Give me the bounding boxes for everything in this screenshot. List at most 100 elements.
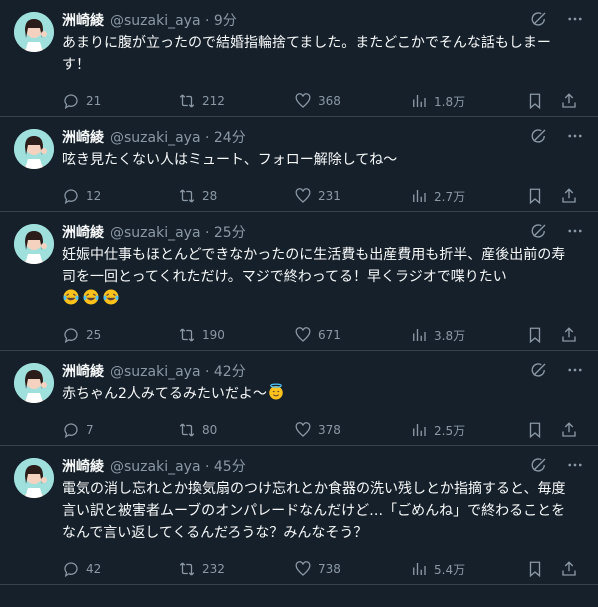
reply-icon: [62, 560, 80, 578]
handle-and-time[interactable]: @suzaki_aya · 24分: [110, 127, 246, 147]
display-name[interactable]: 洲崎綾: [62, 10, 104, 30]
reply-icon: [62, 187, 80, 205]
retweet-button[interactable]: 28: [178, 187, 294, 205]
tweet-text: 呟き見たくない人はミュート、フォロー解除してね〜: [62, 152, 398, 168]
reply-count: 42: [86, 562, 102, 576]
avatar[interactable]: [14, 224, 54, 264]
like-button[interactable]: 231: [294, 187, 410, 205]
more-icon[interactable]: [566, 456, 584, 474]
reply-icon: [62, 421, 80, 439]
tweet-5[interactable]: 洲崎綾 @suzaki_aya · 45分 電気の消し忘れとか換気扇のつけ忘れと…: [0, 446, 598, 585]
bookmark-icon[interactable]: [526, 421, 544, 439]
bookmark-icon[interactable]: [526, 92, 544, 110]
reply-button[interactable]: 21: [62, 92, 178, 110]
share-icon[interactable]: [560, 92, 578, 110]
reply-icon: [62, 326, 80, 344]
retweet-count: 28: [202, 189, 218, 203]
action-bar: 12 28 231 2.7万: [62, 181, 586, 211]
grok-icon[interactable]: [530, 127, 548, 145]
avatar[interactable]: [14, 458, 54, 498]
reply-button[interactable]: 25: [62, 326, 178, 344]
like-count: 368: [318, 94, 341, 108]
bookmark-icon[interactable]: [526, 560, 544, 578]
display-name[interactable]: 洲崎綾: [62, 456, 104, 476]
tweet-4[interactable]: 洲崎綾 @suzaki_aya · 42分 赤ちゃん2人みてるみたいだよ〜 7 …: [0, 351, 598, 446]
views-count: 1.8万: [434, 94, 466, 109]
like-icon: [294, 326, 312, 344]
more-icon[interactable]: [566, 10, 584, 28]
reply-button[interactable]: 7: [62, 421, 178, 439]
grok-icon[interactable]: [530, 361, 548, 379]
more-icon[interactable]: [566, 222, 584, 240]
like-icon: [294, 187, 312, 205]
tweet-text: あまりに腹が立ったので結婚指輪捨てました。またどこかでそんな話もしまーす！: [62, 35, 551, 73]
grok-icon[interactable]: [530, 222, 548, 240]
retweet-count: 212: [202, 94, 225, 108]
views-button[interactable]: 3.8万: [410, 326, 526, 344]
views-button[interactable]: 2.5万: [410, 421, 526, 439]
reply-button[interactable]: 42: [62, 560, 178, 578]
views-button[interactable]: 5.4万: [410, 560, 526, 578]
tweet-2[interactable]: 洲崎綾 @suzaki_aya · 24分 呟き見たくない人はミュート、フォロー…: [0, 117, 598, 212]
like-button[interactable]: 738: [294, 560, 410, 578]
views-count: 3.8万: [434, 328, 466, 343]
tweet-1[interactable]: 洲崎綾 @suzaki_aya · 9分 あまりに腹が立ったので結婚指輪捨てまし…: [0, 0, 598, 117]
share-icon[interactable]: [560, 560, 578, 578]
tweet-text: 電気の消し忘れとか換気扇のつけ忘れとか食器の洗い残しとか指摘すると、毎度言い訳と…: [62, 481, 566, 541]
more-icon[interactable]: [566, 127, 584, 145]
handle-and-time[interactable]: @suzaki_aya · 42分: [110, 361, 246, 381]
retweet-button[interactable]: 80: [178, 421, 294, 439]
like-button[interactable]: 368: [294, 92, 410, 110]
retweet-count: 232: [202, 562, 225, 576]
tweet-text: 妊娠中仕事もほとんどできなかったのに生活費も出産費用も折半、産後出前の寿司を一回…: [62, 244, 570, 310]
reply-button[interactable]: 12: [62, 187, 178, 205]
retweet-count: 190: [202, 328, 225, 342]
views-count: 2.5万: [434, 423, 466, 438]
retweet-button[interactable]: 232: [178, 560, 294, 578]
like-button[interactable]: 378: [294, 421, 410, 439]
handle-and-time[interactable]: @suzaki_aya · 25分: [110, 222, 246, 242]
share-icon[interactable]: [560, 421, 578, 439]
avatar[interactable]: [14, 129, 54, 169]
share-icon[interactable]: [560, 187, 578, 205]
share-icon[interactable]: [560, 326, 578, 344]
action-bar: 21 212 368 1.8万: [62, 86, 586, 116]
reply-count: 7: [86, 423, 94, 437]
handle-and-time[interactable]: @suzaki_aya · 45分: [110, 456, 246, 476]
like-count: 378: [318, 423, 341, 437]
retweet-button[interactable]: 190: [178, 326, 294, 344]
tweet-3[interactable]: 洲崎綾 @suzaki_aya · 25分 妊娠中仕事もほとんどできなかったのに…: [0, 212, 598, 351]
like-icon: [294, 560, 312, 578]
views-count: 5.4万: [434, 562, 466, 577]
retweet-button[interactable]: 212: [178, 92, 294, 110]
views-icon: [410, 92, 428, 110]
grok-icon[interactable]: [530, 456, 548, 474]
views-button[interactable]: 2.7万: [410, 187, 526, 205]
action-bar: 7 80 378 2.5万: [62, 415, 586, 445]
action-bar: 25 190 671 3.8万: [62, 320, 586, 350]
display-name[interactable]: 洲崎綾: [62, 361, 104, 381]
reply-count: 12: [86, 189, 102, 203]
display-name[interactable]: 洲崎綾: [62, 222, 104, 242]
like-button[interactable]: 671: [294, 326, 410, 344]
reply-count: 25: [86, 328, 102, 342]
like-count: 671: [318, 328, 341, 342]
handle-and-time[interactable]: @suzaki_aya · 9分: [110, 10, 237, 30]
retweet-icon: [178, 187, 196, 205]
avatar[interactable]: [14, 363, 54, 403]
views-icon: [410, 560, 428, 578]
display-name[interactable]: 洲崎綾: [62, 127, 104, 147]
avatar[interactable]: [14, 12, 54, 52]
retweet-icon: [178, 421, 196, 439]
reply-icon: [62, 92, 80, 110]
bookmark-icon[interactable]: [526, 187, 544, 205]
bookmark-icon[interactable]: [526, 326, 544, 344]
views-count: 2.7万: [434, 189, 466, 204]
like-icon: [294, 92, 312, 110]
more-icon[interactable]: [566, 361, 584, 379]
reply-count: 21: [86, 94, 102, 108]
grok-icon[interactable]: [530, 10, 548, 28]
views-button[interactable]: 1.8万: [410, 92, 526, 110]
views-icon: [410, 187, 428, 205]
views-icon: [410, 326, 428, 344]
